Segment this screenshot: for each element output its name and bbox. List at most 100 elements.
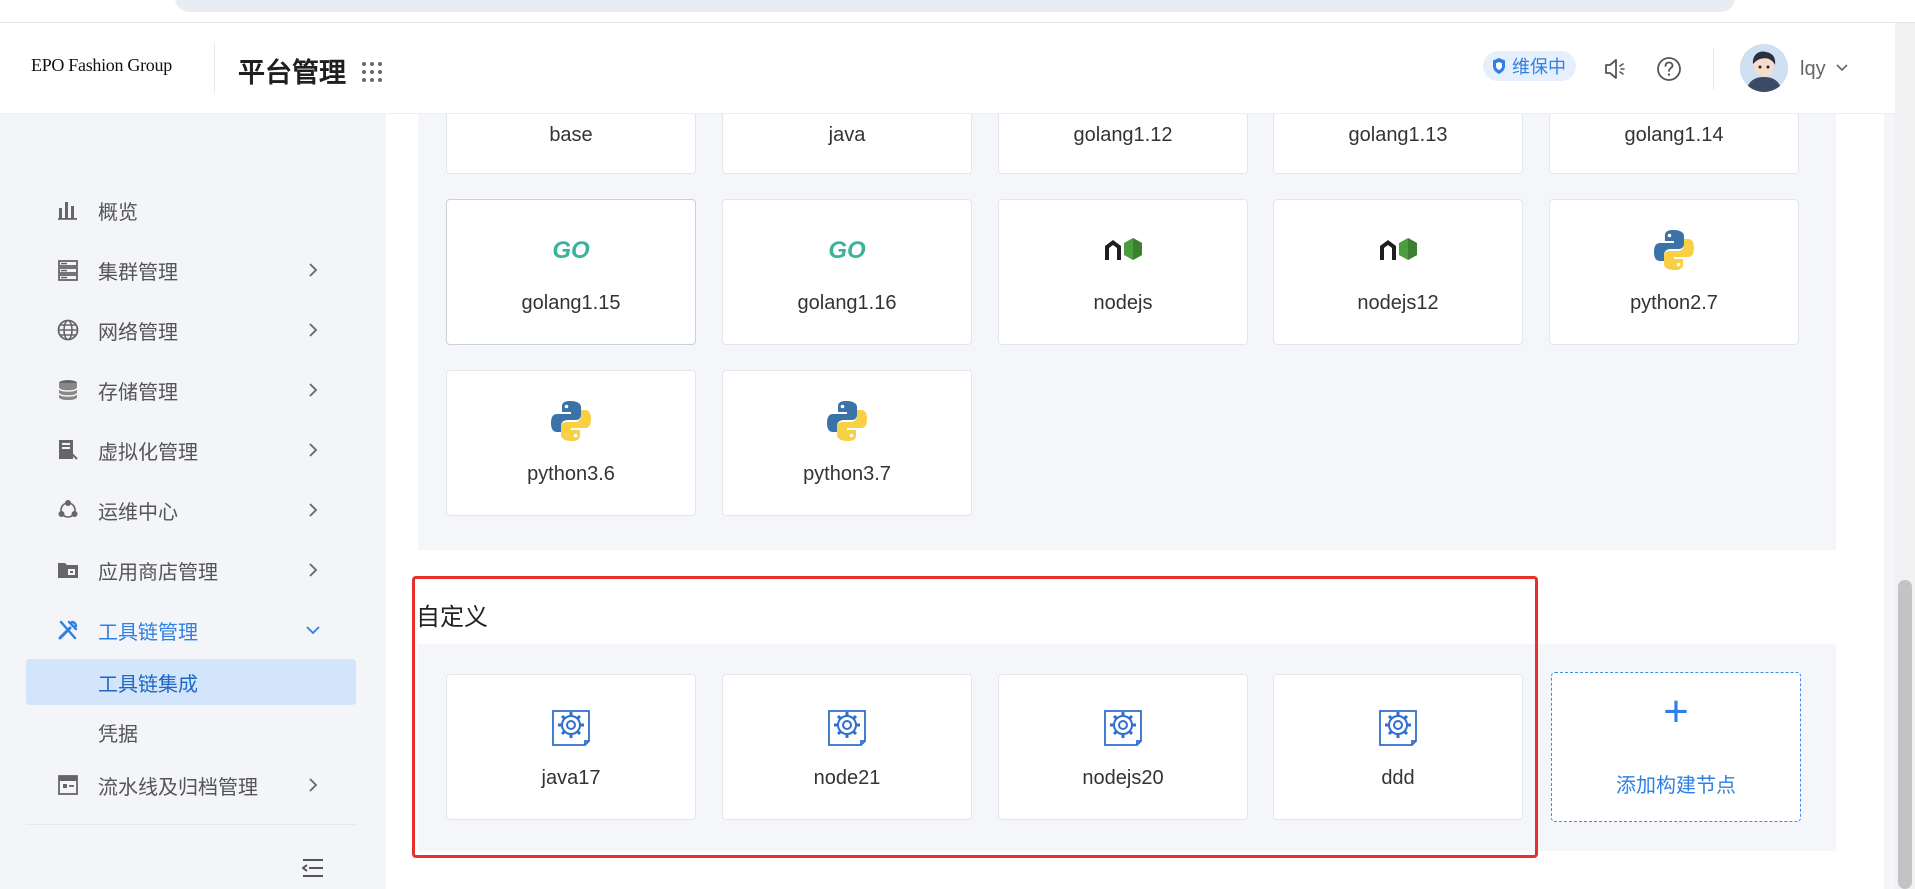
python-logo-icon	[1654, 230, 1694, 270]
collapse-menu-icon[interactable]	[302, 858, 324, 878]
scrollbar-thumb[interactable]	[1898, 580, 1912, 889]
toolchain-card[interactable]: python2.7	[1549, 199, 1799, 345]
toolchain-card[interactable]: python3.7	[722, 370, 972, 516]
card-label: golang1.12	[1073, 124, 1173, 146]
sidebar: 概览 集群管理 网络管理 存储管理 虚拟化管理 运维中心 应用商店管理 工具链管…	[0, 114, 360, 889]
sidebar-item-label: 运维中心	[98, 501, 178, 524]
company-logo[interactable]: EPO Fashion Group	[31, 55, 172, 76]
chevron-right-icon	[309, 778, 318, 792]
card-label: base	[549, 124, 593, 146]
toolchain-card[interactable]: golang1.13	[1273, 114, 1523, 174]
svg-text:GO: GO	[828, 237, 866, 264]
globe-icon	[57, 319, 79, 341]
chevron-right-icon	[309, 563, 318, 577]
sidebar-subitem-label: 工具链集成	[98, 673, 198, 696]
sidebar-item-cluster[interactable]: 集群管理	[0, 250, 360, 290]
toolchain-card[interactable]: nodejs12	[1273, 199, 1523, 345]
add-build-node-label: 添加构建节点	[1616, 775, 1736, 797]
maintenance-badge[interactable]: 维保中	[1483, 51, 1576, 81]
toolchain-card[interactable]: python3.6	[446, 370, 696, 516]
card-label: nodejs	[1093, 292, 1153, 314]
sidebar-item-label: 工具链管理	[98, 621, 198, 644]
card-label: golang1.16	[797, 292, 897, 314]
card-label: java	[828, 124, 866, 146]
gear-document-icon	[1104, 710, 1142, 746]
card-label: nodejs12	[1357, 292, 1439, 314]
chevron-right-icon	[309, 323, 318, 337]
main-content: base java golang1.12 golang1.13 golang1.…	[386, 114, 1884, 889]
toolchain-card[interactable]: java	[722, 114, 972, 174]
chevron-right-icon	[309, 503, 318, 517]
ops-icon	[58, 500, 78, 518]
sidebar-item-toolchain[interactable]: 工具链管理	[0, 610, 360, 650]
sidebar-item-ops[interactable]: 运维中心	[0, 490, 360, 530]
toolchain-card[interactable]: base	[446, 114, 696, 174]
top-header: EPO Fashion Group 平台管理 维保中 lqy	[0, 23, 1895, 114]
custom-toolchain-card[interactable]: node21	[722, 674, 972, 820]
divider	[1713, 48, 1714, 90]
database-icon	[58, 380, 78, 400]
sidebar-item-label: 应用商店管理	[98, 561, 218, 584]
divider	[214, 43, 215, 93]
shield-icon	[1493, 58, 1505, 74]
nodejs-logo-icon	[1105, 238, 1142, 260]
sidebar-subitem-toolchain-integration[interactable]: 工具链集成	[26, 659, 356, 705]
toolchain-card[interactable]: GO golang1.15	[446, 199, 696, 345]
maintenance-badge-label: 维保中	[1512, 57, 1566, 77]
card-label: nodejs20	[1082, 767, 1164, 789]
sidebar-item-overview[interactable]: 概览	[0, 190, 360, 230]
card-label: golang1.13	[1348, 124, 1448, 146]
sidebar-item-network[interactable]: 网络管理	[0, 310, 360, 350]
toolchain-card[interactable]: nodejs	[998, 199, 1248, 345]
pipeline-icon	[58, 775, 78, 795]
sidebar-item-storage[interactable]: 存储管理	[0, 370, 360, 410]
chevron-down-icon	[306, 626, 320, 635]
sidebar-item-label: 存储管理	[98, 381, 178, 404]
chevron-right-icon	[309, 263, 318, 277]
card-label: ddd	[1381, 767, 1415, 789]
virtual-icon	[59, 440, 78, 460]
python-logo-icon	[827, 401, 867, 441]
sidebar-item-pipeline[interactable]: 流水线及归档管理	[0, 765, 360, 805]
card-label: node21	[813, 767, 881, 789]
tools-icon	[58, 620, 78, 640]
python-logo-icon	[551, 401, 591, 441]
sidebar-item-app-store[interactable]: 应用商店管理	[0, 550, 360, 590]
sidebar-item-label: 概览	[98, 201, 138, 224]
chevron-down-icon[interactable]	[1835, 61, 1849, 75]
speaker-icon[interactable]	[1602, 56, 1628, 82]
add-build-node-button[interactable]: + 添加构建节点	[1551, 672, 1801, 822]
page-title: 平台管理	[238, 58, 346, 88]
browser-address-bar[interactable]	[175, 0, 1735, 12]
username[interactable]: lqy	[1800, 58, 1826, 81]
card-label: python3.7	[803, 463, 891, 485]
custom-toolchain-card[interactable]: java17	[446, 674, 696, 820]
apps-grid-icon[interactable]	[360, 59, 384, 83]
card-label: python3.6	[527, 463, 615, 485]
avatar[interactable]	[1740, 44, 1788, 92]
sidebar-item-label: 网络管理	[98, 321, 178, 344]
card-label: python2.7	[1630, 292, 1718, 314]
card-label: golang1.14	[1624, 124, 1724, 146]
toolchain-card[interactable]: GO golang1.16	[722, 199, 972, 345]
store-icon	[58, 563, 78, 578]
custom-section-title: 自定义	[416, 604, 488, 631]
server-icon	[58, 260, 78, 281]
bar-chart-icon	[58, 202, 77, 220]
gear-document-icon	[828, 710, 866, 746]
custom-toolchain-card[interactable]: nodejs20	[998, 674, 1248, 820]
svg-text:GO: GO	[552, 237, 590, 264]
card-label: java17	[541, 767, 601, 789]
avatar-image	[1740, 44, 1788, 92]
chevron-right-icon	[309, 443, 318, 457]
toolchain-card[interactable]: golang1.14	[1549, 114, 1799, 174]
toolchain-card[interactable]: golang1.12	[998, 114, 1248, 174]
sidebar-subitem-label: 凭据	[98, 723, 138, 746]
sidebar-item-virtualization[interactable]: 虚拟化管理	[0, 430, 360, 470]
custom-toolchain-card[interactable]: ddd	[1273, 674, 1523, 820]
divider	[26, 824, 356, 825]
help-icon[interactable]	[1656, 56, 1682, 82]
plus-icon: +	[1663, 687, 1689, 736]
go-logo-icon: GO	[828, 237, 866, 264]
sidebar-subitem-credentials[interactable]: 凭据	[26, 709, 356, 755]
